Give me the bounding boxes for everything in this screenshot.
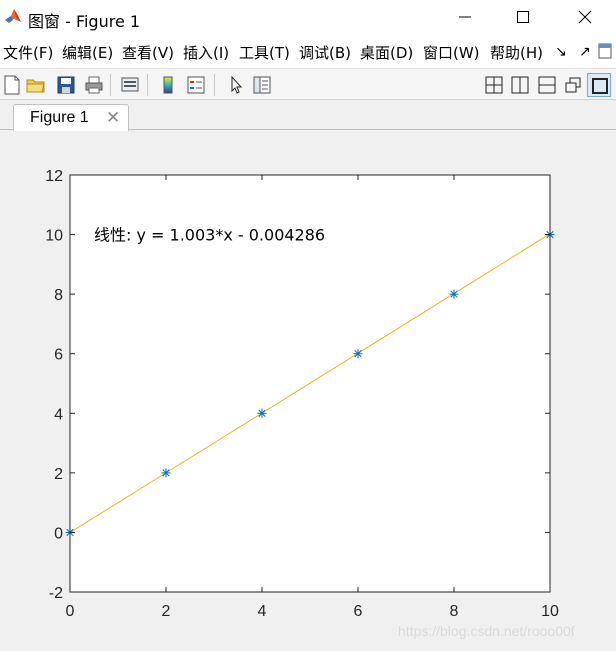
window-title: 图窗 - Figure 1 bbox=[28, 12, 141, 31]
title-bar: 图窗 - Figure 1 bbox=[0, 0, 616, 34]
watermark: https://blog.csdn.net/rooo00f bbox=[398, 623, 575, 639]
x-tick-label: 10 bbox=[541, 603, 559, 620]
x-tick-label: 8 bbox=[450, 603, 459, 620]
y-tick-label: 12 bbox=[45, 168, 63, 185]
insert-colorbar-icon bbox=[163, 76, 173, 94]
insert-legend-button[interactable] bbox=[184, 73, 208, 97]
y-tick-label: -2 bbox=[49, 585, 63, 602]
save-button[interactable] bbox=[54, 73, 78, 97]
menu-desktop[interactable]: 桌面(D) bbox=[360, 42, 413, 63]
open-file-icon bbox=[26, 79, 45, 93]
tile-grid-button[interactable] bbox=[482, 73, 506, 97]
menu-window[interactable]: 窗口(W) bbox=[423, 42, 480, 63]
fit-equation-annotation: 线性: y = 1.003*x - 0.004286 bbox=[94, 226, 325, 245]
menu-insert[interactable]: 插入(I) bbox=[183, 42, 229, 63]
close-icon bbox=[578, 10, 592, 24]
y-tick-label: 10 bbox=[45, 228, 63, 245]
data-point bbox=[353, 349, 363, 359]
new-figure-button[interactable] bbox=[0, 73, 24, 97]
print-button[interactable] bbox=[82, 73, 106, 97]
toolbar-separator bbox=[214, 74, 215, 96]
x-tick-label: 6 bbox=[354, 603, 363, 620]
split-vertical-button[interactable] bbox=[508, 73, 532, 97]
maximize-icon bbox=[517, 11, 529, 23]
matlab-logo-icon bbox=[5, 9, 21, 23]
figure-tab-strip: Figure 1 ✕ bbox=[0, 100, 616, 131]
split-horizontal-icon bbox=[538, 76, 556, 94]
split-horizontal-button[interactable] bbox=[535, 73, 559, 97]
plot-svg[interactable]: 0 2 4 6 8 10-2024681012线性: y = 1.003*x - 0.00… bbox=[0, 131, 616, 621]
menu-edit[interactable]: 编辑(E) bbox=[62, 42, 113, 63]
maximize-pane-button[interactable] bbox=[587, 73, 611, 97]
x-tick-label: 2 bbox=[162, 603, 171, 620]
toolbar-separator bbox=[147, 74, 148, 96]
menu-bar: 文件(F) 编辑(E) 查看(V) 插入(I) 工具(T) 调试(B) 桌面(D… bbox=[0, 34, 616, 68]
property-inspector-icon bbox=[253, 76, 271, 94]
insert-colorbar-button[interactable] bbox=[156, 73, 180, 97]
save-icon bbox=[57, 76, 75, 94]
menu-tools[interactable]: 工具(T) bbox=[239, 42, 290, 63]
x-tick-label: 0 bbox=[66, 603, 75, 620]
new-figure-icon bbox=[4, 75, 20, 95]
pointer-icon bbox=[231, 75, 243, 94]
menu-debug[interactable]: 调试(B) bbox=[299, 42, 351, 63]
close-button[interactable] bbox=[562, 0, 608, 34]
data-point bbox=[449, 289, 459, 299]
menu-file[interactable]: 文件(F) bbox=[3, 42, 53, 63]
data-point bbox=[257, 408, 267, 418]
undock-arrow-icon[interactable]: ↗ bbox=[579, 43, 591, 60]
menu-view[interactable]: 查看(V) bbox=[122, 42, 174, 63]
y-tick-label: 6 bbox=[54, 347, 63, 364]
y-tick-label: 8 bbox=[54, 287, 63, 304]
y-tick-label: 4 bbox=[54, 406, 63, 423]
tab-label: Figure 1 bbox=[30, 109, 89, 126]
link-plot-button[interactable] bbox=[118, 73, 142, 97]
x-tick-label: 4 bbox=[258, 603, 267, 620]
menu-help[interactable]: 帮助(H) bbox=[490, 42, 543, 63]
figure-toolbar bbox=[0, 68, 616, 100]
float-window-icon bbox=[565, 77, 581, 93]
print-icon bbox=[85, 76, 103, 94]
y-tick-label: 2 bbox=[54, 466, 63, 483]
pointer-button[interactable] bbox=[224, 73, 248, 97]
tab-close-icon[interactable]: ✕ bbox=[106, 108, 120, 128]
window-icon[interactable] bbox=[598, 43, 612, 59]
minimize-button[interactable] bbox=[442, 0, 488, 34]
maximize-pane-icon bbox=[592, 78, 608, 94]
open-file-button[interactable] bbox=[24, 73, 48, 97]
split-vertical-icon bbox=[511, 76, 529, 94]
minimize-icon bbox=[459, 16, 471, 18]
data-point bbox=[161, 468, 171, 478]
float-window-button[interactable] bbox=[561, 73, 585, 97]
tile-grid-icon bbox=[485, 76, 503, 94]
figure-canvas: 0 2 4 6 8 10 -2 0 2 4 6 8 10 12 线性: y = 1.003*x - 0.00… bbox=[0, 131, 616, 651]
y-tick-label: 0 bbox=[54, 525, 63, 542]
link-plot-icon bbox=[121, 77, 139, 92]
insert-legend-icon bbox=[187, 76, 205, 94]
tab-figure-1[interactable]: Figure 1 ✕ bbox=[13, 104, 129, 131]
dock-arrow-icon[interactable]: ↘ bbox=[555, 43, 567, 60]
toolbar-separator bbox=[110, 74, 111, 96]
property-inspector-button[interactable] bbox=[250, 73, 274, 97]
maximize-button[interactable] bbox=[500, 0, 546, 34]
